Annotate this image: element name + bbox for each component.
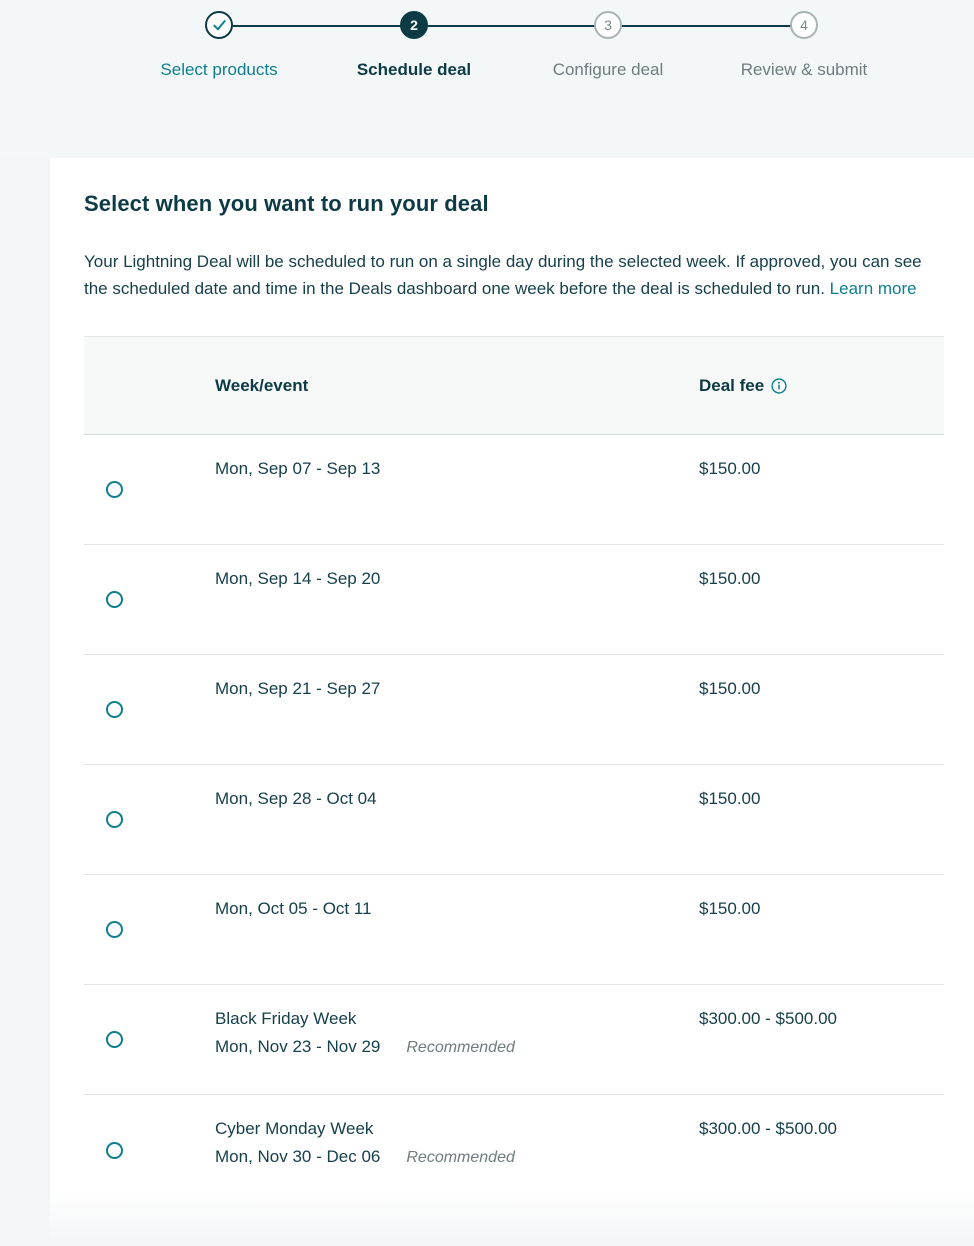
radio-cell[interactable]	[84, 765, 215, 874]
stepper-labels: Select products Schedule deal Configure …	[0, 57, 974, 137]
week-date-range: Mon, Sep 21 - Sep 27	[215, 679, 381, 698]
table-header-fee: Deal fee	[699, 376, 944, 396]
week-cell: Black Friday Week Mon, Nov 23 - Nov 29 Rec…	[215, 985, 699, 1094]
week-radio-button[interactable]	[106, 591, 123, 608]
recommended-tag: Recommended	[406, 1039, 515, 1056]
week-radio-button[interactable]	[106, 481, 123, 498]
learn-more-link[interactable]: Learn more	[830, 279, 917, 298]
week-cell: Mon, Sep 28 - Oct 04	[215, 765, 699, 874]
week-dates-line: Mon, Nov 30 - Dec 06 Recommended	[215, 1143, 699, 1172]
radio-cell[interactable]	[84, 545, 215, 654]
fee-cell: $300.00 - $500.00	[699, 985, 944, 1094]
page-title: Select when you want to run your deal	[84, 191, 489, 216]
table-row[interactable]: Mon, Sep 28 - Oct 04 $150.00	[84, 765, 944, 875]
week-date-range: Mon, Sep 28 - Oct 04	[215, 789, 377, 808]
table-row[interactable]: Mon, Oct 05 - Oct 11 $150.00	[84, 875, 944, 985]
table-row[interactable]: Cyber Monday Week Mon, Nov 30 - Dec 06 Rec…	[84, 1095, 944, 1205]
event-name: Black Friday Week	[215, 1009, 357, 1028]
deal-fee-value: $150.00	[699, 899, 761, 918]
week-cell: Mon, Sep 14 - Sep 20	[215, 545, 699, 654]
week-radio-button[interactable]	[106, 921, 123, 938]
stepper-node-4-number: 4	[800, 17, 808, 33]
week-dates-line: Mon, Sep 21 - Sep 27	[215, 675, 699, 703]
week-dates-line: Mon, Sep 14 - Sep 20	[215, 565, 699, 593]
stepper-node-4[interactable]: 4	[790, 11, 818, 39]
week-radio-button[interactable]	[106, 701, 123, 718]
intro-text: Your Lightning Deal will be scheduled to…	[84, 252, 922, 298]
check-icon	[212, 18, 227, 33]
week-dates-line: Mon, Sep 07 - Sep 13	[215, 455, 699, 483]
week-dates-line: Mon, Nov 23 - Nov 29 Recommended	[215, 1033, 699, 1062]
fee-cell: $150.00	[699, 435, 944, 544]
week-cell: Mon, Sep 21 - Sep 27	[215, 655, 699, 764]
radio-cell[interactable]	[84, 655, 215, 764]
stepper-node-1[interactable]	[205, 11, 233, 39]
week-date-range: Mon, Sep 14 - Sep 20	[215, 569, 381, 588]
week-cell: Cyber Monday Week Mon, Nov 30 - Dec 06 Rec…	[215, 1095, 699, 1205]
radio-cell[interactable]	[84, 435, 215, 544]
radio-cell[interactable]	[84, 985, 215, 1094]
week-cell: Mon, Sep 07 - Sep 13	[215, 435, 699, 544]
week-date-range: Mon, Nov 30 - Dec 06	[215, 1147, 381, 1166]
week-radio-button[interactable]	[106, 1141, 123, 1159]
week-radio-button[interactable]	[106, 1031, 123, 1048]
table-row[interactable]: Mon, Sep 07 - Sep 13 $150.00	[84, 435, 944, 545]
stepper-node-2-number: 2	[410, 17, 418, 33]
radio-cell[interactable]	[84, 875, 215, 984]
table-row[interactable]: Mon, Sep 21 - Sep 27 $150.00	[84, 655, 944, 765]
table-header-fee-label: Deal fee	[699, 375, 765, 395]
stepper-label-schedule-deal: Schedule deal	[356, 60, 472, 79]
deal-fee-value: $150.00	[699, 459, 761, 478]
table-body: Mon, Sep 07 - Sep 13 $150.00 Mon, Sep 14 -…	[84, 435, 944, 1205]
stepper-connector-1-2	[233, 25, 401, 27]
stepper-node-3-number: 3	[604, 17, 612, 33]
table-header-week: Week/event	[215, 375, 309, 395]
bottom-fade	[50, 1190, 974, 1246]
stepper-label-review-submit: Review & submit	[740, 60, 868, 79]
deal-schedule-table: Week/event Deal fee Mon, Sep 07 - Sep 13…	[84, 336, 944, 1205]
stepper-node-2[interactable]: 2	[400, 11, 428, 39]
deal-fee-value: $300.00 - $500.00	[699, 1119, 838, 1138]
deal-fee-value: $300.00 - $500.00	[699, 1009, 838, 1028]
schedule-deal-card: Select when you want to run your deal Yo…	[50, 158, 974, 1208]
recommended-tag: Recommended	[406, 1149, 515, 1166]
radio-cell[interactable]	[84, 1095, 215, 1205]
deal-fee-value: $150.00	[699, 569, 761, 588]
week-dates-line: Mon, Sep 28 - Oct 04	[215, 785, 699, 813]
event-name: Cyber Monday Week	[215, 1119, 374, 1138]
table-header-row: Week/event Deal fee	[84, 337, 944, 435]
deal-fee-value: $150.00	[699, 679, 761, 698]
table-row[interactable]: Mon, Sep 14 - Sep 20 $150.00	[84, 545, 944, 655]
fee-cell: $300.00 - $500.00	[699, 1095, 944, 1205]
week-cell: Mon, Oct 05 - Oct 11	[215, 875, 699, 984]
stepper-connector-2-3	[428, 25, 595, 27]
week-dates-line: Mon, Oct 05 - Oct 11	[215, 895, 699, 923]
fee-cell: $150.00	[699, 655, 944, 764]
week-date-range: Mon, Sep 07 - Sep 13	[215, 459, 381, 478]
deal-fee-value: $150.00	[699, 789, 761, 808]
table-row[interactable]: Black Friday Week Mon, Nov 23 - Nov 29 Rec…	[84, 985, 944, 1095]
fee-cell: $150.00	[699, 875, 944, 984]
stepper-node-3[interactable]: 3	[594, 11, 622, 39]
progress-stepper: 2 3 4 Select products Schedule deal Conf…	[0, 0, 974, 158]
week-radio-button[interactable]	[106, 811, 123, 828]
stepper-label-configure-deal: Configure deal	[552, 60, 664, 79]
info-icon[interactable]	[771, 377, 787, 394]
week-date-range: Mon, Oct 05 - Oct 11	[215, 899, 372, 918]
stepper-label-select-products[interactable]: Select products	[139, 57, 299, 83]
fee-cell: $150.00	[699, 545, 944, 654]
fee-cell: $150.00	[699, 765, 944, 874]
stepper-connector-3-4	[622, 25, 792, 27]
stepper-track: 2 3 4	[0, 0, 974, 50]
week-date-range: Mon, Nov 23 - Nov 29	[215, 1037, 381, 1056]
intro-paragraph: Your Lightning Deal will be scheduled to…	[84, 248, 940, 302]
